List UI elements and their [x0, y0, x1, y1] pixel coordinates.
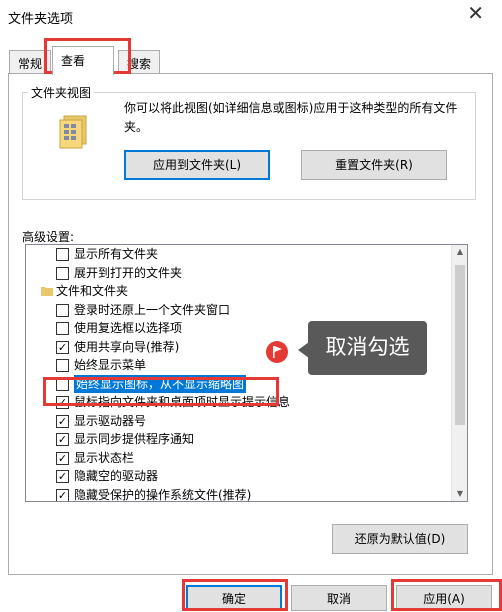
- folder-view-label: 文件夹视图: [28, 84, 95, 101]
- checkbox-checked[interactable]: ✓: [56, 396, 69, 409]
- checkbox-unchecked[interactable]: [56, 377, 69, 391]
- list-item[interactable]: 始终显示图标，从不显示缩略图: [26, 374, 452, 394]
- list-item-label: 显示同步提供程序通知: [74, 432, 195, 446]
- list-item[interactable]: 登录时还原上一个文件夹窗口: [26, 301, 452, 320]
- list-item-label: 显示状态栏: [74, 450, 135, 465]
- scroll-up-icon[interactable]: ▲: [454, 245, 466, 259]
- list-category: 文件和文件夹: [26, 282, 452, 301]
- list-item-label: 隐藏受保护的操作系统文件(推荐): [74, 487, 252, 502]
- list-item-label: 始终显示图标，从不显示缩略图: [74, 374, 247, 393]
- advanced-settings-label: 高级设置:: [22, 230, 75, 244]
- list-item[interactable]: ✓ 显示同步提供程序通知: [26, 430, 452, 449]
- list-item-label: 展开到打开的文件夹: [74, 265, 183, 280]
- list-item-label: 显示所有文件夹: [74, 247, 159, 261]
- list-item[interactable]: ✓ 隐藏空的驱动器: [26, 467, 452, 486]
- checkbox-checked[interactable]: ✓: [56, 470, 69, 483]
- list-item-label: 隐藏空的驱动器: [74, 469, 159, 483]
- list-item-label: 显示驱动器号: [74, 413, 147, 428]
- checkbox-checked[interactable]: ✓: [56, 451, 69, 465]
- apply-to-folders-button[interactable]: 应用到文件夹(L): [124, 150, 270, 180]
- list-item-label: 始终显示菜单: [74, 358, 147, 372]
- checkbox-checked[interactable]: ✓: [56, 488, 69, 501]
- scroll-thumb[interactable]: [455, 265, 465, 425]
- list-item[interactable]: 展开到打开的文件夹: [26, 264, 452, 283]
- tab-view[interactable]: 查看: [52, 46, 114, 75]
- checkbox-unchecked[interactable]: [56, 303, 69, 317]
- window-title: 文件夹选项: [8, 12, 74, 27]
- list-item-label: 使用复选框以选择项: [74, 321, 183, 335]
- list-item[interactable]: ✓ 隐藏受保护的操作系统文件(推荐): [26, 486, 452, 502]
- flag-icon: [266, 341, 288, 363]
- checkbox-unchecked[interactable]: [56, 266, 69, 280]
- checkbox-checked[interactable]: ✓: [56, 340, 69, 354]
- checkbox-unchecked[interactable]: [56, 248, 69, 261]
- tab-strip: 常规 搜索 查看: [0, 44, 502, 75]
- scroll-down-icon[interactable]: ▼: [454, 487, 466, 501]
- restore-defaults-button[interactable]: 还原为默认值(D): [332, 524, 468, 554]
- checkbox-checked[interactable]: ✓: [56, 414, 69, 428]
- folder-view-icon: [59, 115, 87, 149]
- list-item-label: 文件和文件夹: [56, 284, 129, 298]
- list-item[interactable]: ✓ 显示驱动器号: [26, 412, 452, 431]
- close-icon[interactable]: ✕: [467, 3, 484, 23]
- checkbox-unchecked[interactable]: [56, 359, 69, 372]
- folder-view-description: 你可以将此视图(如详细信息或图标)应用于这种类型的所有文件夹。: [124, 101, 458, 134]
- tab-general[interactable]: 常规: [9, 50, 52, 74]
- tab-search[interactable]: 搜索: [118, 50, 161, 74]
- checkbox-unchecked[interactable]: [56, 322, 69, 335]
- list-item-label: 登录时还原上一个文件夹窗口: [74, 302, 231, 317]
- annotation-callout: 取消勾选: [308, 321, 427, 375]
- list-item-label: 使用共享向导(推荐): [74, 339, 180, 354]
- cancel-button[interactable]: 取消: [291, 585, 387, 611]
- ok-button[interactable]: 确定: [186, 585, 282, 611]
- apply-button[interactable]: 应用(A): [396, 585, 492, 611]
- list-item-label: 鼠标指向文件夹和桌面项时显示提示信息: [74, 395, 291, 409]
- list-item[interactable]: 显示所有文件夹: [26, 245, 452, 264]
- reset-folders-button[interactable]: 重置文件夹(R): [301, 150, 447, 180]
- checkbox-checked[interactable]: ✓: [56, 433, 69, 446]
- list-item[interactable]: ✓ 显示状态栏: [26, 449, 452, 468]
- list-scrollbar[interactable]: ▲ ▼: [451, 245, 467, 501]
- title-bar: 文件夹选项 ✕: [0, 0, 502, 34]
- list-item[interactable]: ✓ 鼠标指向文件夹和桌面项时显示提示信息: [26, 393, 452, 412]
- folder-icon: [41, 287, 53, 296]
